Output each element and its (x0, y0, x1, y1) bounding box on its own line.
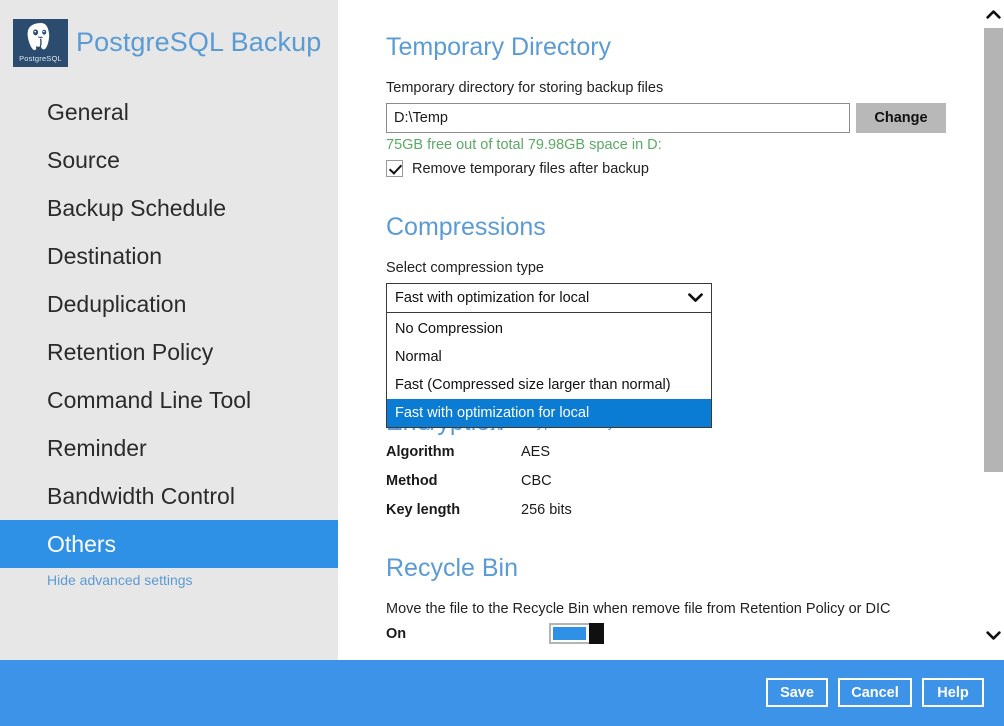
sidebar-item-label: Backup Schedule (47, 195, 226, 222)
sidebar-item-label: Others (47, 531, 116, 558)
sidebar-item-label: Retention Policy (47, 339, 213, 366)
recycle-bin-toggle-state-label: On (386, 626, 406, 642)
compression-type-select[interactable]: Fast with optimization for local (386, 283, 712, 313)
sidebar-item-deduplication[interactable]: Deduplication (0, 280, 338, 328)
logo-wordmark: PostgreSQL (19, 54, 62, 63)
postgresql-logo-icon: PostgreSQL (13, 19, 68, 67)
sidebar-item-retention-policy[interactable]: Retention Policy (0, 328, 338, 376)
temporary-directory-title: Temporary Directory (386, 33, 611, 62)
save-button[interactable]: Save (766, 678, 828, 707)
sidebar-item-label: Bandwidth Control (47, 483, 235, 510)
settings-content-panel: Temporary Directory Temporary directory … (338, 0, 983, 660)
application-window: PostgreSQL PostgreSQL Backup General Sou… (0, 0, 1004, 726)
sidebar-item-source[interactable]: Source (0, 136, 338, 184)
sidebar-item-bandwidth-control[interactable]: Bandwidth Control (0, 472, 338, 520)
sidebar-item-label: General (47, 99, 129, 126)
scroll-up-chevron-up-icon[interactable] (983, 4, 1004, 25)
toggle-track-fill (553, 627, 586, 640)
dropdown-option-fast-local[interactable]: Fast with optimization for local (387, 399, 711, 427)
encryption-key-length-value: 256 bits (521, 502, 572, 518)
remove-temp-files-row[interactable]: Remove temporary files after backup (386, 160, 649, 177)
toggle-thumb[interactable] (589, 623, 604, 644)
sidebar-item-backup-schedule[interactable]: Backup Schedule (0, 184, 338, 232)
chevron-down-icon (687, 290, 703, 306)
encryption-algorithm-value: AES (521, 444, 550, 460)
recycle-bin-toggle-switch[interactable] (549, 623, 604, 644)
temporary-directory-description: Temporary directory for storing backup f… (386, 80, 663, 96)
disk-space-info: 75GB free out of total 79.98GB space in … (386, 137, 662, 153)
change-directory-button[interactable]: Change (856, 103, 946, 133)
dropdown-option-no-compression[interactable]: No Compression (387, 315, 711, 343)
sidebar-item-label: Source (47, 147, 120, 174)
encryption-method-value: CBC (521, 473, 552, 489)
recycle-bin-description: Move the file to the Recycle Bin when re… (386, 601, 891, 617)
sidebar-item-destination[interactable]: Destination (0, 232, 338, 280)
compression-type-selected-value: Fast with optimization for local (395, 290, 687, 306)
help-button[interactable]: Help (922, 678, 984, 707)
compressions-title: Compressions (386, 213, 546, 242)
recycle-bin-toggle-row: On (386, 623, 686, 647)
sidebar-item-reminder[interactable]: Reminder (0, 424, 338, 472)
temporary-directory-input[interactable] (386, 103, 850, 133)
scrollbar-thumb[interactable] (984, 28, 1003, 472)
hide-advanced-settings-link[interactable]: Hide advanced settings (47, 572, 193, 588)
remove-temp-files-label: Remove temporary files after backup (412, 161, 649, 177)
sidebar-item-label: Destination (47, 243, 162, 270)
sidebar-item-command-line-tool[interactable]: Command Line Tool (0, 376, 338, 424)
sidebar: PostgreSQL PostgreSQL Backup General Sou… (0, 0, 338, 660)
recycle-bin-title: Recycle Bin (386, 554, 518, 583)
sidebar-item-label: Command Line Tool (47, 387, 251, 414)
content-scrollbar[interactable] (983, 0, 1004, 660)
scroll-down-chevron-down-icon[interactable] (983, 625, 1004, 646)
remove-temp-files-checkbox[interactable] (386, 160, 403, 177)
brand-header: PostgreSQL PostgreSQL Backup (0, 0, 338, 88)
sidebar-item-others[interactable]: Others (0, 520, 338, 568)
encryption-method-key: Method (386, 473, 438, 489)
compression-type-dropdown-list[interactable]: No Compression Normal Fast (Compressed s… (386, 313, 712, 428)
sidebar-item-label: Reminder (47, 435, 147, 462)
dropdown-option-normal[interactable]: Normal (387, 343, 711, 371)
encryption-key-length-key: Key length (386, 502, 460, 518)
compression-type-label: Select compression type (386, 260, 544, 276)
encryption-algorithm-key: Algorithm (386, 444, 454, 460)
cancel-button[interactable]: Cancel (838, 678, 912, 707)
sidebar-item-label: Deduplication (47, 291, 186, 318)
app-title: PostgreSQL Backup (76, 27, 321, 58)
sidebar-item-general[interactable]: General (0, 88, 338, 136)
dropdown-option-fast[interactable]: Fast (Compressed size larger than normal… (387, 371, 711, 399)
